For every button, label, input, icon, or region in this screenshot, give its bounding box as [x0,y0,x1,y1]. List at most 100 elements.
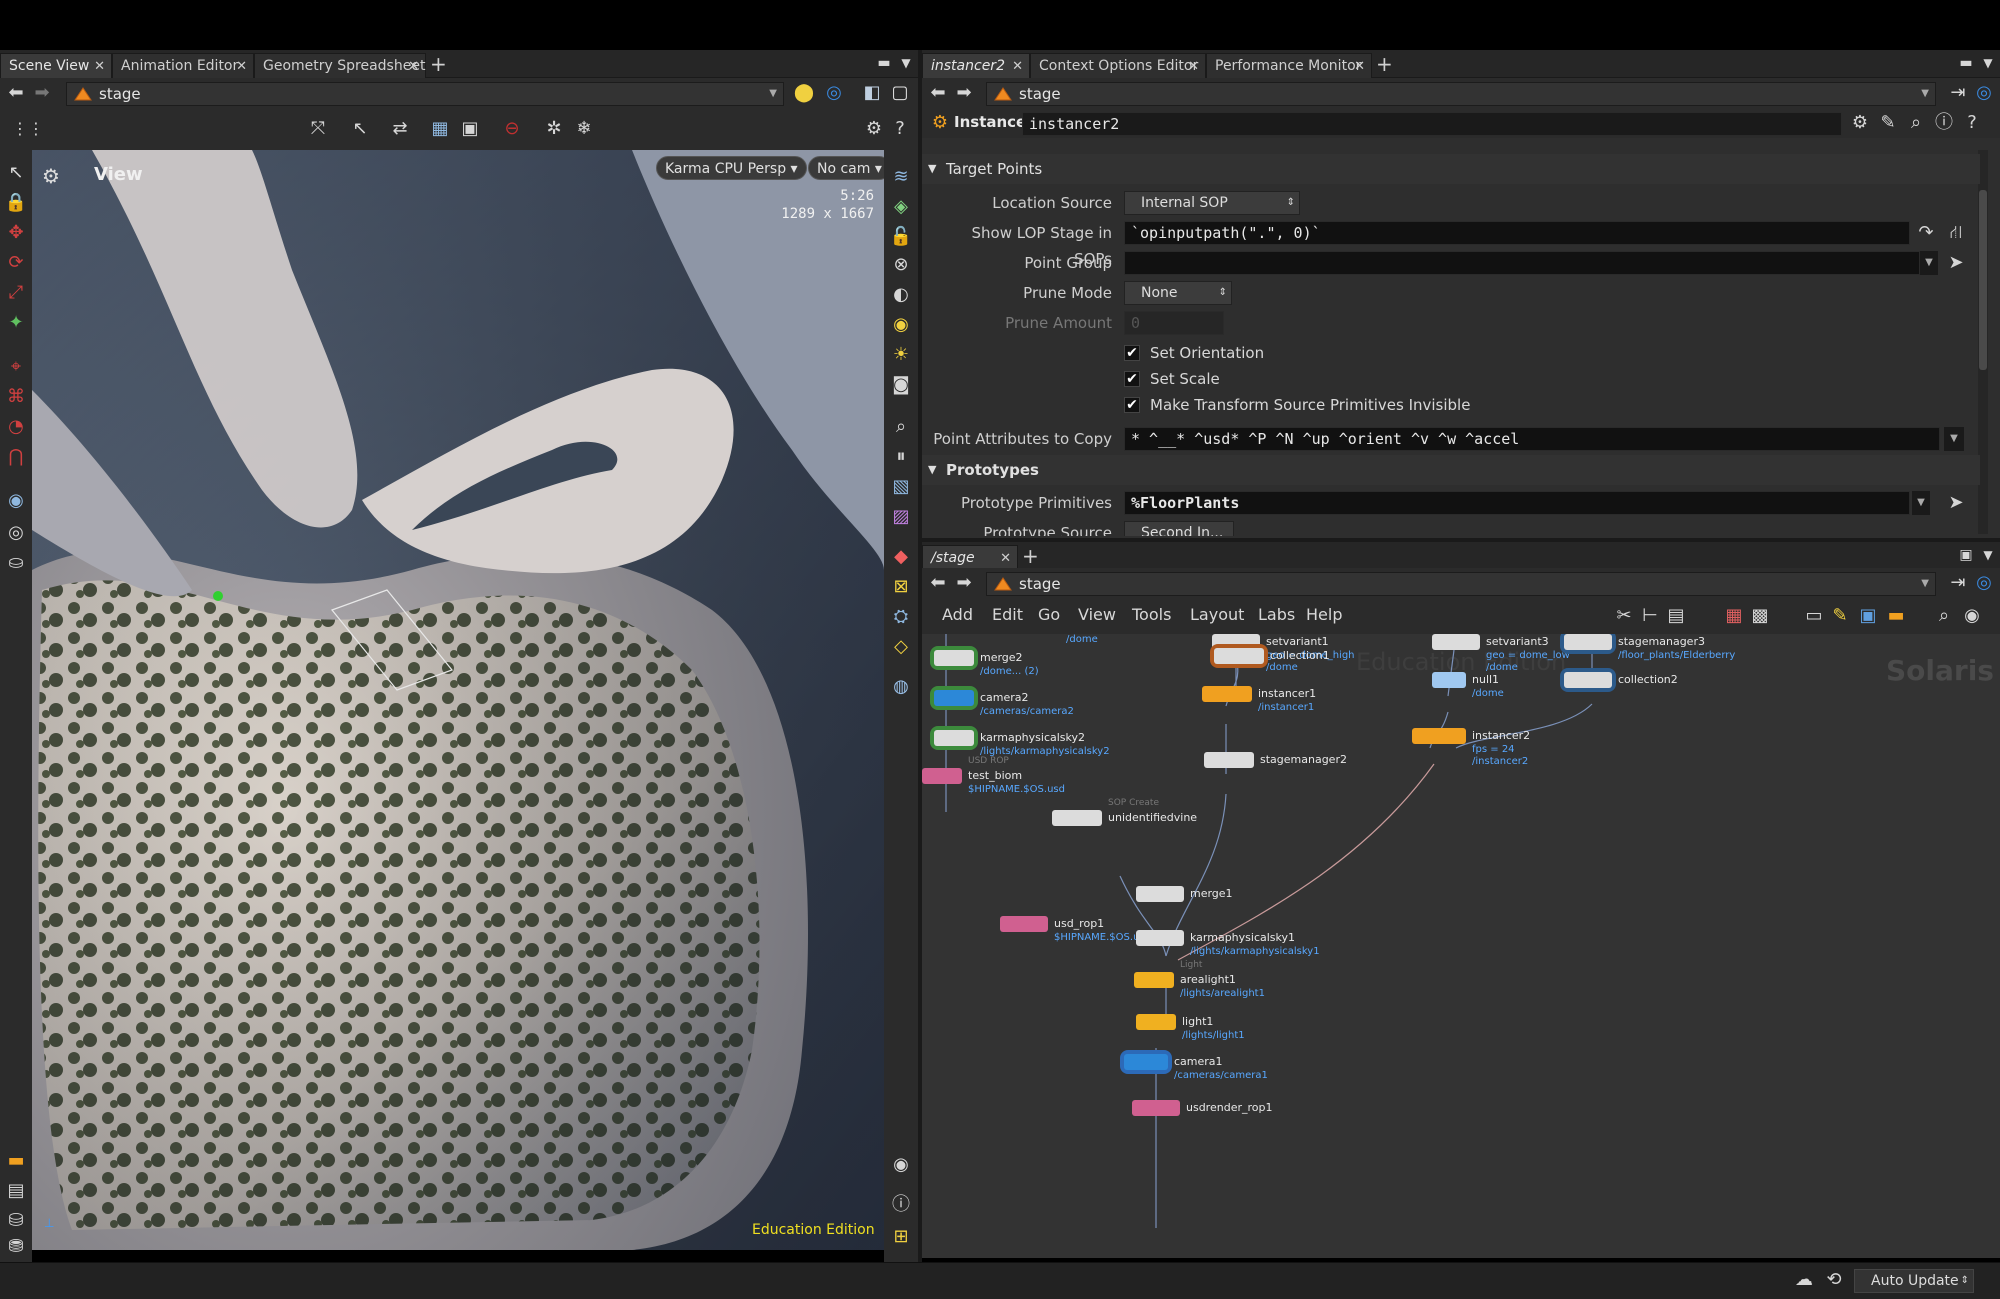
close-icon[interactable]: ✕ [94,54,105,79]
reset-icon[interactable]: ↷ [1914,222,1938,246]
path-field[interactable]: stage ▼ [986,572,1936,596]
hierarchy-icon[interactable]: ⛭ [889,606,913,630]
tab-geometry-spreadsheet[interactable]: Geometry Spreadsheet ✕ [254,53,426,78]
link-icon[interactable]: ◎ [1972,572,1996,596]
pose-tool-icon[interactable]: ⌖ [4,356,28,380]
node-body[interactable] [1000,916,1048,932]
scale-tool-icon[interactable]: ⤢ [4,282,28,306]
node-body[interactable] [922,768,962,784]
menu-go[interactable]: Go [1038,600,1060,630]
orbit-icon[interactable]: ⇄ [388,118,412,142]
set-scale-checkbox[interactable]: ✔ [1124,371,1140,387]
color-icon[interactable]: ◆ [889,546,913,570]
snap-icon[interactable]: ◎ [4,522,28,546]
prune-mode-menu[interactable]: None ⇕ [1124,281,1232,305]
grid-icon[interactable]: ⋮⋮ [12,118,44,142]
camera-view-icon[interactable]: ▣ [458,118,482,142]
handle-tool-icon[interactable]: ✦ [4,312,28,336]
tab-scene-view[interactable]: Scene View ✕ [0,53,112,78]
node-body[interactable] [1564,634,1612,650]
layout-icon[interactable]: ⊞ [889,1226,913,1250]
pin-icon[interactable]: ⬤ [792,82,816,106]
node-body[interactable] [1202,686,1252,702]
wrench-icon[interactable]: ✂ [1612,605,1636,629]
location-source-menu[interactable]: Internal SOP ⇕ [1124,191,1300,215]
image-icon[interactable]: ▣ [1856,605,1880,629]
transform-icon[interactable]: ⤧ [306,118,330,142]
tab-instancer2[interactable]: instancer2 ✕ [922,53,1030,78]
menu-tools[interactable]: Tools [1132,600,1171,630]
search-icon[interactable]: ⌕ [1904,112,1928,136]
cube-icon[interactable]: ◧ [860,82,884,106]
close-icon[interactable]: ✕ [236,54,247,79]
node-body[interactable] [934,650,974,666]
node-body[interactable] [1136,930,1184,946]
renderer-menu[interactable]: Karma CPU Persp ▾ [656,156,807,180]
eye-icon[interactable]: ◉ [1960,605,1984,629]
display-options-icon[interactable]: ▨ [889,506,913,530]
snapshot-icon[interactable]: ✲ [542,118,566,142]
pane-menu-icon[interactable]: ▬ [1954,52,1978,76]
brush-icon[interactable]: ✎ [1876,112,1900,136]
camera-tool-icon[interactable]: ◔ [4,416,28,440]
chevron-down-icon[interactable]: ▼ [1944,427,1964,451]
camera-menu[interactable]: No cam ▾ [808,156,884,180]
back-arrow-icon[interactable]: ⬅ [926,82,950,106]
gear-icon[interactable]: ⚙ [862,118,886,142]
grid-view-icon[interactable]: ▦ [1722,605,1746,629]
chevron-down-icon[interactable]: ▼ [1912,491,1930,515]
refresh-icon[interactable]: ⟲ [1822,1269,1846,1293]
forward-arrow-icon[interactable]: ➡ [30,82,54,106]
render-settings-icon[interactable]: ❄ [572,118,596,142]
menu-help[interactable]: Help [1306,600,1342,630]
pause-icon[interactable]: ⏸ [889,446,913,470]
node-body[interactable] [1564,672,1612,688]
tile-view-icon[interactable]: ▩ [1748,605,1772,629]
network-box-icon[interactable]: ▭ [1802,605,1826,629]
node-body[interactable] [1412,728,1466,744]
lock-icon[interactable]: 🔓 [889,226,913,250]
tab-context-options-editor[interactable]: Context Options Editor ✕ [1030,53,1206,78]
info-icon[interactable]: ⓘ [889,1194,913,1218]
record-icon[interactable]: ⊖ [500,118,524,142]
search-icon[interactable]: ⌕ [1932,605,1956,629]
magnet-icon[interactable]: ⋂ [4,446,28,470]
node-body[interactable] [1052,810,1102,826]
node-body[interactable] [1214,648,1264,664]
tree-icon[interactable]: ⊢ [1638,605,1662,629]
menu-view[interactable]: View [1078,600,1116,630]
diamond-icon[interactable]: ◇ [889,636,913,660]
move-tool-icon[interactable]: ✥ [4,222,28,246]
help-icon[interactable]: ? [1960,112,1984,136]
add-tab-icon[interactable]: + [1022,544,1039,568]
layers-icon[interactable]: ≋ [889,166,913,190]
window-icon[interactable]: ▢ [888,82,912,106]
trash-icon[interactable]: ⛃ [4,1236,28,1260]
list-icon[interactable]: ▤ [1664,605,1688,629]
clipboard-icon[interactable]: ▤ [4,1180,28,1204]
tab-stage-network[interactable]: /stage ✕ [922,545,1018,570]
help-icon[interactable]: ? [888,118,912,142]
add-tab-icon[interactable]: + [430,52,447,76]
close-icon[interactable]: ✕ [1188,54,1199,79]
section-target-points[interactable]: ▼ Target Points [922,154,1980,184]
cache-icon[interactable]: ⛁ [4,1210,28,1234]
node-name-field[interactable]: instancer2 [1022,112,1842,136]
back-arrow-icon[interactable]: ⬅ [926,572,950,596]
make-invisible-checkbox[interactable]: ✔ [1124,397,1140,413]
select-tool-icon[interactable]: ↖ [4,162,28,186]
view-tool-icon[interactable]: ◉ [4,490,28,514]
node-body[interactable] [1124,1054,1168,1070]
set-orientation-checkbox[interactable]: ✔ [1124,345,1140,361]
link-icon[interactable]: ◎ [822,82,846,106]
back-arrow-icon[interactable]: ⬅ [4,82,28,106]
section-prototypes[interactable]: ▼ Prototypes [922,455,1980,485]
shelf-icon[interactable]: ▬ [4,1150,28,1174]
chevron-down-icon[interactable]: ▼ [1921,83,1929,105]
cancel-icon[interactable]: ⊗ [889,254,913,278]
gear-icon[interactable]: ⚙ [1848,112,1872,136]
brain-icon[interactable]: ☁ [1792,1269,1816,1293]
prototype-source-menu[interactable]: Second In... [1124,521,1234,536]
forward-arrow-icon[interactable]: ➡ [952,82,976,106]
add-tab-icon[interactable]: + [1376,52,1393,76]
